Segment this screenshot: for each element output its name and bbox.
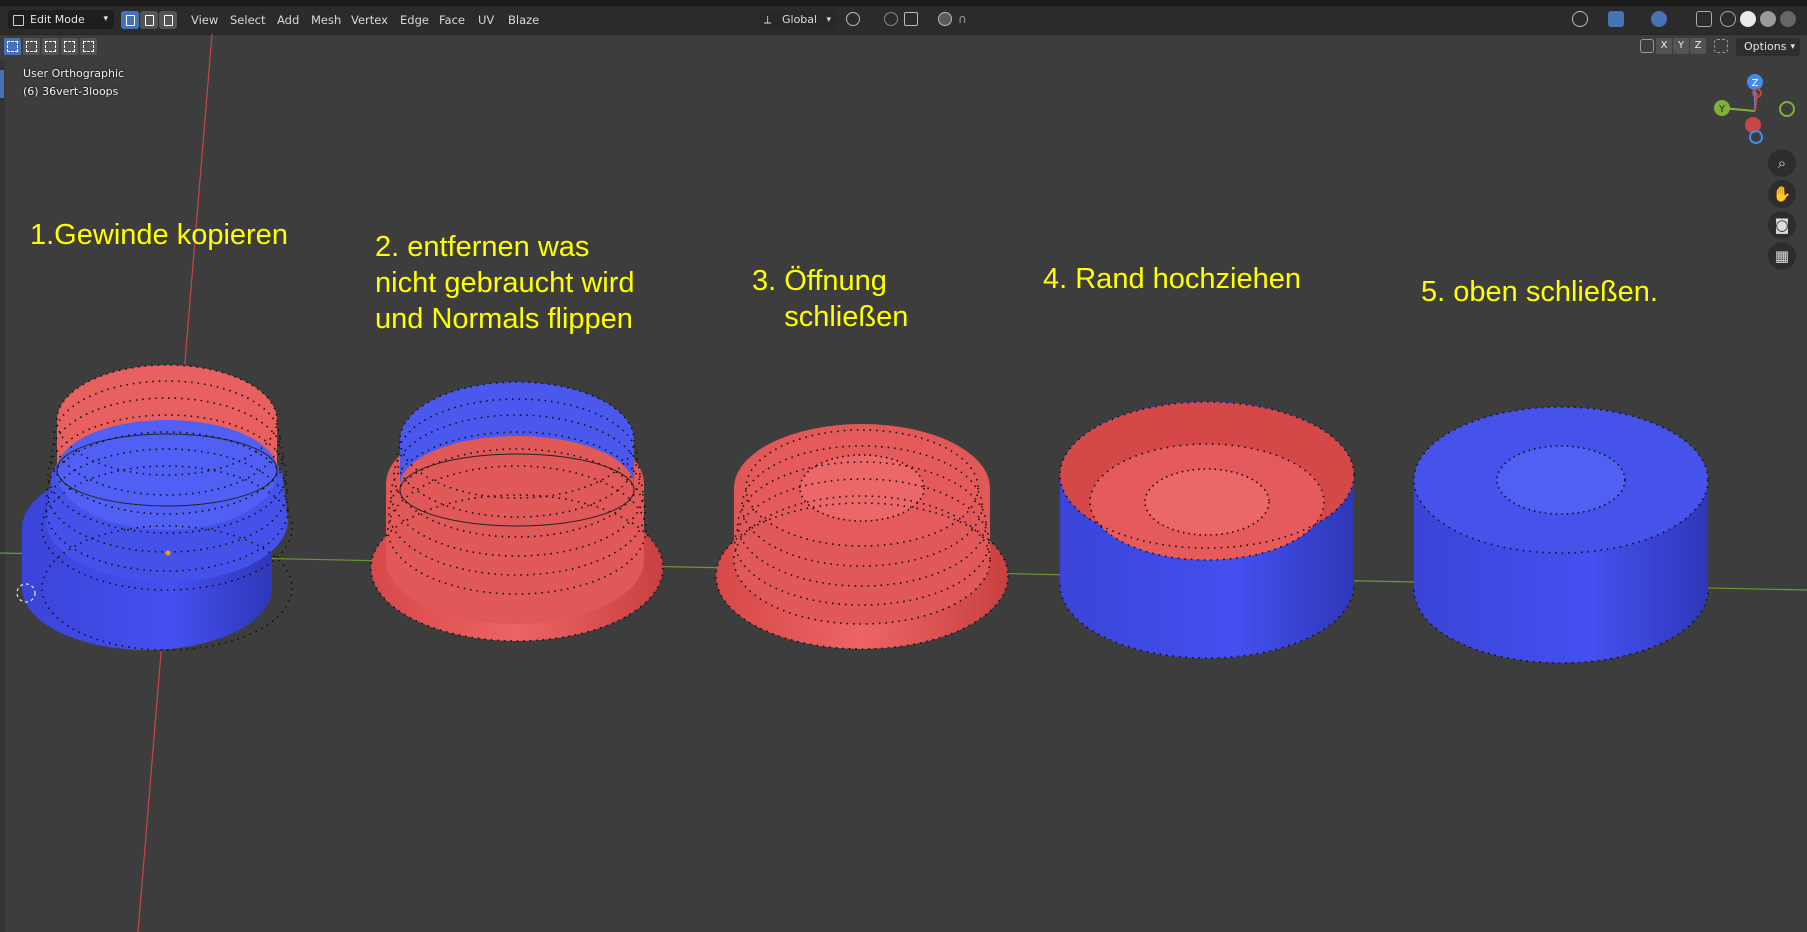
viewport-scene[interactable] <box>0 0 1807 932</box>
mesh-step-1[interactable] <box>16 364 293 651</box>
menu-add[interactable]: Add <box>277 13 299 27</box>
select-extend-icon <box>26 41 37 52</box>
chevron-down-icon: ▾ <box>826 15 831 25</box>
menu-mesh[interactable]: Mesh <box>311 13 341 27</box>
select-new-icon <box>7 41 18 52</box>
material-shading-icon[interactable] <box>1760 11 1776 27</box>
chevron-down-icon: ▾ <box>103 14 108 24</box>
pan-hand-icon[interactable]: ✋ <box>1768 180 1796 208</box>
mesh-step-3[interactable] <box>715 424 1009 650</box>
vertex-select-icon <box>126 15 135 26</box>
edge-select-button[interactable] <box>140 11 158 29</box>
transform-orientation-dropdown[interactable]: ⟂ Global ▾ <box>760 10 835 30</box>
object-visibility-icon[interactable] <box>1572 11 1588 27</box>
proportional-editing-icon[interactable] <box>938 12 952 26</box>
orientation-icon: ⟂ <box>764 13 772 26</box>
rendered-shading-icon[interactable] <box>1780 11 1796 27</box>
select-intersect-button[interactable] <box>80 38 97 55</box>
3d-cursor-icon <box>16 583 36 603</box>
mesh-step-5[interactable] <box>1413 406 1709 664</box>
mirror-y-button[interactable]: Y <box>1673 38 1689 54</box>
face-select-icon <box>164 15 173 26</box>
annotation-text: 2. entfernen was nicht gebraucht wird un… <box>375 231 635 335</box>
annotation-text: 3. Öffnung schließen <box>752 265 909 333</box>
vertex-select-button[interactable] <box>121 11 139 29</box>
snap-increment-icon[interactable] <box>904 12 918 26</box>
navigation-gizmo[interactable]: Z Y <box>1710 70 1800 150</box>
select-invert-icon <box>64 41 75 52</box>
menu-select[interactable]: Select <box>230 13 265 27</box>
view-name-label: User Orthographic <box>23 67 125 80</box>
wireframe-shading-icon[interactable] <box>1720 11 1736 27</box>
object-info-label: (6) 36vert-3loops <box>23 85 119 98</box>
pivot-point-icon[interactable] <box>846 12 860 26</box>
annotation-text: 4. Rand hochziehen <box>1043 263 1301 295</box>
gizmo-z-label: Z <box>1752 78 1759 89</box>
xray-toggle-icon[interactable] <box>1696 11 1712 27</box>
y-axis-line <box>0 552 1807 591</box>
annotation-text: 1.Gewinde kopieren <box>30 219 288 251</box>
falloff-curve-icon[interactable]: ∩ <box>958 12 972 26</box>
annotation-step-1: 1.Gewinde kopieren <box>30 217 288 253</box>
mode-selector[interactable]: Edit Mode ▾ <box>8 10 114 29</box>
viewport-header: Edit Mode ▾ View Select Add Mesh Vertex … <box>0 6 1807 35</box>
menu-blaze[interactable]: Blaze <box>508 13 539 27</box>
menu-view[interactable]: View <box>191 13 218 27</box>
options-label: Options <box>1744 40 1787 53</box>
select-extend-button[interactable] <box>23 38 40 55</box>
mode-label: Edit Mode <box>30 13 85 26</box>
select-subtract-button[interactable] <box>42 38 59 55</box>
options-dropdown[interactable]: Options ▾ <box>1736 38 1800 56</box>
gizmo-y-label: Y <box>1718 104 1726 115</box>
tool-settings-row <box>0 34 1807 60</box>
annotation-step-2: 2. entfernen was nicht gebraucht wird un… <box>375 229 635 337</box>
toolbar-edge[interactable] <box>0 60 5 932</box>
select-new-button[interactable] <box>4 38 21 55</box>
chevron-down-icon: ▾ <box>1790 42 1795 52</box>
select-subtract-icon <box>45 41 56 52</box>
annotation-text: 5. oben schließen. <box>1421 276 1658 308</box>
object-origin-icon <box>165 550 171 556</box>
mirror-axis-icon <box>1640 39 1654 53</box>
mesh-step-2[interactable] <box>370 381 664 642</box>
solid-shading-icon[interactable] <box>1740 11 1756 27</box>
menu-vertex[interactable]: Vertex <box>351 13 388 27</box>
edge-select-icon <box>145 15 154 26</box>
menu-uv[interactable]: UV <box>478 13 494 27</box>
mirror-z-button[interactable]: Z <box>1690 38 1706 54</box>
z-axis-line <box>137 33 213 932</box>
overlay-toggle-icon[interactable] <box>1651 11 1667 27</box>
select-intersect-icon <box>83 41 94 52</box>
orthographic-grid-icon[interactable]: ▦ <box>1768 242 1796 270</box>
active-tool-indicator <box>0 70 4 98</box>
edit-mode-icon <box>13 15 24 26</box>
menu-edge[interactable]: Edge <box>400 13 429 27</box>
camera-view-icon[interactable]: ◙ <box>1768 211 1796 239</box>
face-select-button[interactable] <box>159 11 177 29</box>
annotation-step-5: 5. oben schließen. <box>1421 274 1658 310</box>
menu-face[interactable]: Face <box>439 13 465 27</box>
auto-merge-icon[interactable] <box>1714 39 1728 53</box>
annotation-step-4: 4. Rand hochziehen <box>1043 261 1301 297</box>
gizmo-toggle-icon[interactable] <box>1608 11 1624 27</box>
mesh-step-4[interactable] <box>1059 401 1355 659</box>
mirror-x-button[interactable]: X <box>1656 38 1672 54</box>
snap-magnet-icon[interactable] <box>884 12 898 26</box>
annotation-step-3: 3. Öffnung schließen <box>752 263 908 335</box>
orientation-label: Global <box>782 13 818 26</box>
zoom-icon[interactable]: ⌕ <box>1768 149 1796 177</box>
select-invert-button[interactable] <box>61 38 78 55</box>
